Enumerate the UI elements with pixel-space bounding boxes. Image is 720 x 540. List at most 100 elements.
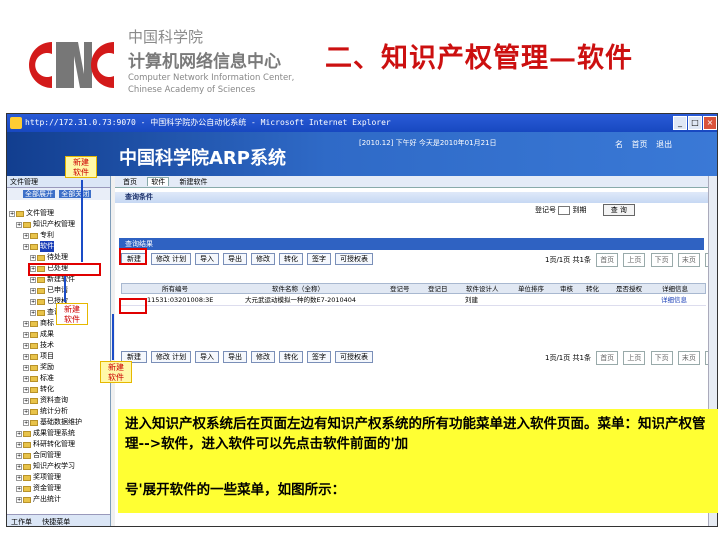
col-auth: 是否授权 (616, 285, 642, 293)
export-button-top[interactable]: 导出 (223, 253, 247, 265)
tree-item[interactable]: + 统计分析 (9, 406, 107, 417)
query-button[interactable]: 查 询 (602, 204, 635, 216)
tree-item[interactable]: + 科研转化管理 (9, 439, 107, 450)
expand-icon[interactable]: + (23, 232, 29, 239)
tree-item[interactable]: + 合同管理 (9, 450, 107, 461)
collapse-all-button[interactable]: 全部关闭 (59, 190, 92, 198)
tab-shortcut-menu[interactable]: 快捷菜单 (42, 518, 70, 526)
tree-item[interactable]: + 项目 (9, 351, 107, 362)
tree-item[interactable]: + 软件 (9, 241, 107, 252)
tree-item[interactable]: + 文件管理 (9, 208, 107, 219)
expand-icon[interactable]: + (23, 364, 29, 371)
transfer-button-top[interactable]: 转化 (279, 253, 303, 265)
expand-icon[interactable]: + (23, 342, 29, 349)
tree-item[interactable]: + 产出统计 (9, 494, 107, 505)
expand-icon[interactable]: + (23, 397, 29, 404)
tree-item[interactable]: + 成果 (9, 329, 107, 340)
description-paragraph-2: 号'展开软件的一些菜单，如图所示： (125, 482, 346, 498)
import-button-top[interactable]: 导入 (195, 253, 219, 265)
pager-info-bottom: 1页/1页 共1条 (545, 354, 591, 362)
transfer-button-bottom[interactable]: 转化 (279, 351, 303, 363)
expand-icon[interactable]: + (23, 353, 29, 360)
modify-button-top[interactable]: 修改 (251, 253, 275, 265)
query-input[interactable] (558, 205, 571, 215)
pager-prev-top[interactable]: 上页 (623, 253, 646, 267)
tree-item[interactable]: + 标准 (9, 373, 107, 384)
user-link[interactable]: 名 (615, 140, 623, 149)
col-order: 单位排序 (518, 285, 544, 293)
expand-icon[interactable]: + (30, 298, 36, 305)
expand-icon[interactable]: + (23, 419, 29, 426)
tree-item[interactable]: + 技术 (9, 340, 107, 351)
result-title: 查询结果 (119, 238, 704, 250)
expand-icon[interactable]: + (16, 441, 22, 448)
cell-id: 11531:03201008:3E (147, 296, 214, 304)
sign-button-top[interactable]: 签字 (307, 253, 331, 265)
pager-next-top[interactable]: 下页 (650, 253, 673, 267)
expand-icon[interactable]: + (30, 276, 36, 283)
tree-item[interactable]: + 资金管理 (9, 483, 107, 494)
pager-first-bottom[interactable]: 首页 (596, 351, 619, 365)
expand-icon[interactable]: + (23, 408, 29, 415)
expand-icon[interactable]: + (23, 375, 29, 382)
expand-icon[interactable]: + (23, 320, 29, 327)
cell-detail-link[interactable]: 详细信息 (661, 296, 687, 305)
tab-new-software[interactable]: 新建软件 (179, 178, 207, 186)
sign-button-bottom[interactable]: 签字 (307, 351, 331, 363)
pager-last-top[interactable]: 末页 (677, 253, 700, 267)
tab-software[interactable]: 软件 (147, 177, 170, 186)
logout-link[interactable]: 退出 (656, 140, 672, 149)
expand-icon[interactable]: + (30, 309, 36, 316)
edit-plan-button-bottom[interactable]: 修改 计划 (151, 351, 191, 363)
expand-icon[interactable]: + (16, 496, 22, 503)
tree-item[interactable]: + 基础数据维护 (9, 417, 107, 428)
modify-button-bottom[interactable]: 修改 (251, 351, 275, 363)
export-button-bottom[interactable]: 导出 (223, 351, 247, 363)
edit-plan-button-top[interactable]: 修改 计划 (151, 253, 191, 265)
expand-icon[interactable]: + (9, 210, 15, 217)
tree-item-label: 商标 (40, 319, 54, 327)
tree-item[interactable]: + 待处理 (9, 252, 107, 263)
import-button-bottom[interactable]: 导入 (195, 351, 219, 363)
expand-icon[interactable]: + (16, 485, 22, 492)
home-link[interactable]: 首页 (632, 140, 648, 149)
expand-all-button[interactable]: 全部展开 (23, 190, 55, 198)
tree-item[interactable]: + 知识产权学习 (9, 461, 107, 472)
tree-item[interactable]: + 专利 (9, 230, 107, 241)
pager-first-top[interactable]: 首页 (596, 253, 619, 267)
tree-item-label: 奖项管理 (33, 473, 61, 481)
expand-icon[interactable]: + (30, 254, 36, 261)
expand-icon[interactable]: + (23, 243, 29, 250)
org-name-cn: 中国科学院 (128, 28, 204, 46)
tree-item-label: 产出统计 (33, 495, 61, 503)
minimize-button[interactable]: _ (673, 116, 687, 130)
tree-item[interactable]: + 已申请 (9, 285, 107, 296)
col-designer: 软件设计人 (466, 285, 499, 293)
tab-worklist[interactable]: 工作单 (11, 518, 32, 526)
tree-item[interactable]: + 奖励 (9, 362, 107, 373)
expand-icon[interactable]: + (16, 221, 22, 228)
app-banner: 中国科学院ARP系统 [2010.12] 下午好 今天是2010年01月21日 … (7, 132, 717, 176)
expand-icon[interactable]: + (23, 386, 29, 393)
close-button[interactable]: × (703, 116, 717, 130)
expand-icon[interactable]: + (16, 463, 22, 470)
tree-item[interactable]: + 转化 (9, 384, 107, 395)
tree-item[interactable]: + 成果管理系统 (9, 428, 107, 439)
expand-icon[interactable]: + (30, 287, 36, 294)
tree-item-label: 知识产权学习 (33, 462, 75, 470)
pager-prev-bottom[interactable]: 上页 (623, 351, 646, 365)
expand-icon[interactable]: + (16, 430, 22, 437)
maximize-button[interactable]: □ (688, 116, 702, 130)
tree-item[interactable]: + 知识产权管理 (9, 219, 107, 230)
authorize-table-button-bottom[interactable]: 可授权表 (335, 351, 373, 363)
tree-item[interactable]: + 奖项管理 (9, 472, 107, 483)
pager-last-bottom[interactable]: 末页 (677, 351, 700, 365)
expand-icon[interactable]: + (16, 474, 22, 481)
pager-next-bottom[interactable]: 下页 (650, 351, 673, 365)
tree-item[interactable]: + 资料查询 (9, 395, 107, 406)
expand-icon[interactable]: + (23, 331, 29, 338)
table-row[interactable]: 11531:03201008:3E 大元武运动模拟一种的数E7-2010404 … (121, 295, 706, 306)
tab-home[interactable]: 首页 (123, 178, 137, 186)
expand-icon[interactable]: + (16, 452, 22, 459)
authorize-table-button-top[interactable]: 可授权表 (335, 253, 373, 265)
